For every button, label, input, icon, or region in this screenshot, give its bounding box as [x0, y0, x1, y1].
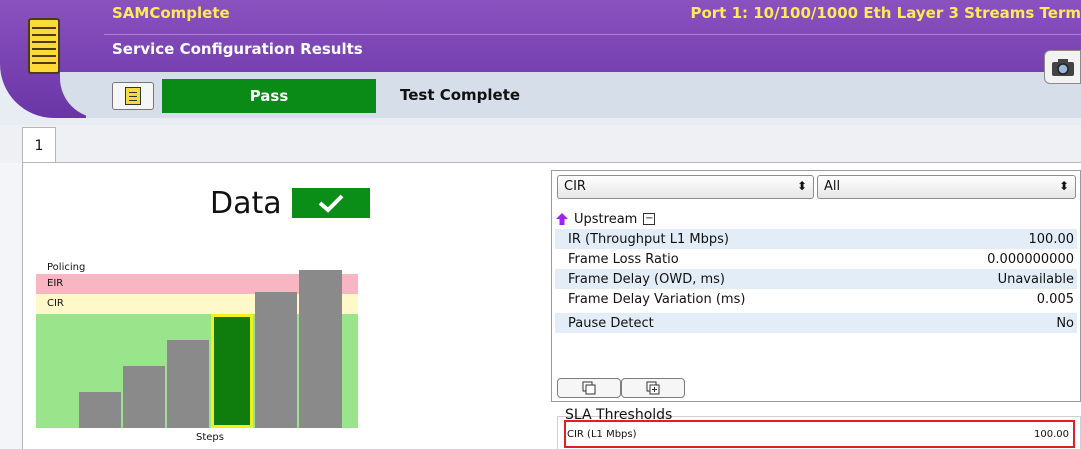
filter-select-value: All: [824, 179, 841, 194]
step-bar-3: [167, 340, 209, 428]
eir-label: EIR: [47, 278, 64, 289]
metric-select-value: CIR: [564, 179, 586, 194]
check-icon: [318, 194, 344, 213]
up-arrow-icon: [556, 213, 568, 225]
sla-row: CIR (L1 Mbps) 100.00: [564, 420, 1075, 448]
metric-label: IR (Throughput L1 Mbps): [568, 231, 729, 247]
upstream-header[interactable]: Upstream −: [555, 208, 656, 230]
metric-label: Frame Loss Ratio: [568, 251, 679, 267]
metric-row: Frame Delay Variation (ms) 0.005: [555, 289, 1077, 309]
port-info: Port 1: 10/100/1000 Eth Layer 3 Streams …: [690, 4, 1081, 22]
step-bar-5: [255, 292, 297, 428]
step-bar-1: [79, 392, 121, 428]
metric-value: 0.000000000: [987, 251, 1074, 267]
dropdown-arrow-icon: ⬍: [1058, 179, 1069, 193]
filter-select[interactable]: All ⬍: [817, 175, 1076, 199]
app-title: SAMComplete: [112, 4, 230, 22]
copy-button[interactable]: [557, 378, 621, 398]
result-badge: Pass: [162, 79, 376, 113]
metric-row: IR (Throughput L1 Mbps) 100.00: [555, 229, 1077, 249]
copy-icon: [582, 381, 596, 395]
metric-row: Pause Detect No: [555, 313, 1077, 333]
document-icon: [125, 87, 141, 105]
tab-bar: [0, 125, 1081, 163]
metric-label: Frame Delay (OWD, ms): [568, 271, 725, 287]
metric-value: 0.005: [1036, 291, 1074, 307]
tab-1[interactable]: 1: [22, 127, 56, 163]
page-subtitle: Service Configuration Results: [112, 40, 363, 58]
step-bar-6: [299, 270, 342, 428]
camera-icon: [1051, 59, 1074, 76]
sla-value: 100.00: [1034, 428, 1069, 440]
metric-value: Unavailable: [997, 271, 1074, 287]
data-title: Data: [210, 186, 282, 221]
screenshot-button[interactable]: [1044, 50, 1081, 84]
dropdown-arrow-icon: ⬍: [796, 179, 807, 193]
metric-select[interactable]: CIR ⬍: [557, 175, 814, 199]
collapse-icon[interactable]: −: [643, 213, 656, 225]
policing-label: Policing: [47, 262, 86, 273]
add-view-button[interactable]: [621, 378, 685, 398]
metric-label: Frame Delay Variation (ms): [568, 291, 746, 307]
step-bar-2: [123, 366, 165, 428]
data-status-badge: [292, 188, 370, 218]
steps-label: Steps: [196, 432, 224, 443]
metric-value: 100.00: [1028, 231, 1075, 247]
test-status: Test Complete: [400, 86, 521, 104]
upstream-label: Upstream: [574, 211, 638, 227]
header-divider: [104, 34, 1081, 35]
header: SAMComplete Service Configuration Result…: [0, 0, 1081, 125]
add-icon: [646, 381, 660, 395]
report-button[interactable]: [112, 82, 154, 110]
metric-label: Pause Detect: [568, 315, 654, 331]
metric-row: Frame Delay (OWD, ms) Unavailable: [555, 269, 1077, 289]
sla-label: CIR (L1 Mbps): [567, 428, 637, 440]
step-bar-4: [211, 314, 253, 428]
app-menu-icon[interactable]: [28, 18, 60, 74]
metric-row: Frame Loss Ratio 0.000000000: [555, 249, 1077, 269]
metric-value: No: [1056, 315, 1074, 331]
app-window: SAMComplete Service Configuration Result…: [0, 0, 1081, 449]
cir-label: CIR: [47, 298, 64, 309]
